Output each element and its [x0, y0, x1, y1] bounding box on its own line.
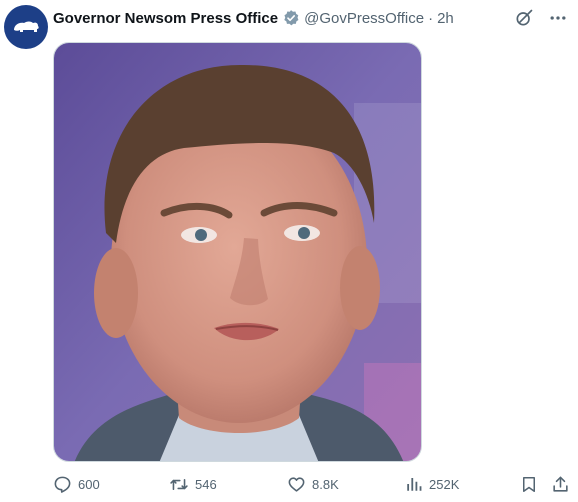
views-button[interactable]: 252K [405, 475, 459, 493]
timestamp[interactable]: 2h [437, 10, 454, 27]
bear-icon [14, 21, 39, 32]
avatar[interactable] [4, 5, 48, 49]
more-icon[interactable] [548, 8, 568, 28]
repost-button[interactable]: 546 [169, 475, 217, 494]
reply-button[interactable]: 600 [53, 475, 100, 494]
tweet-photo[interactable] [53, 42, 422, 462]
share-button[interactable] [551, 475, 570, 494]
tweet-actions-bar: 600 546 8.8K 252K [53, 472, 570, 496]
bookmark-button[interactable] [520, 475, 538, 494]
views-icon [407, 478, 422, 491]
like-button[interactable]: 8.8K [287, 475, 339, 494]
heart-icon [288, 476, 305, 492]
repost-count: 546 [195, 476, 217, 492]
separator-dot: · [428, 9, 434, 27]
verified-badge-icon [282, 9, 300, 27]
author-handle[interactable]: @GovPressOffice [304, 10, 424, 27]
repost-icon [170, 478, 188, 490]
grok-icon[interactable] [514, 8, 534, 28]
bookmark-icon [523, 476, 535, 492]
tweet-top-actions [514, 8, 568, 28]
author-name[interactable]: Governor Newsom Press Office [53, 10, 278, 27]
reply-count: 600 [78, 476, 100, 492]
share-icon [553, 476, 568, 492]
tweet-header: Governor Newsom Press Office @GovPressOf… [53, 8, 454, 28]
reply-icon [54, 476, 71, 493]
like-count: 8.8K [312, 476, 339, 492]
views-count: 252K [429, 476, 460, 492]
person-photo [54, 43, 421, 461]
